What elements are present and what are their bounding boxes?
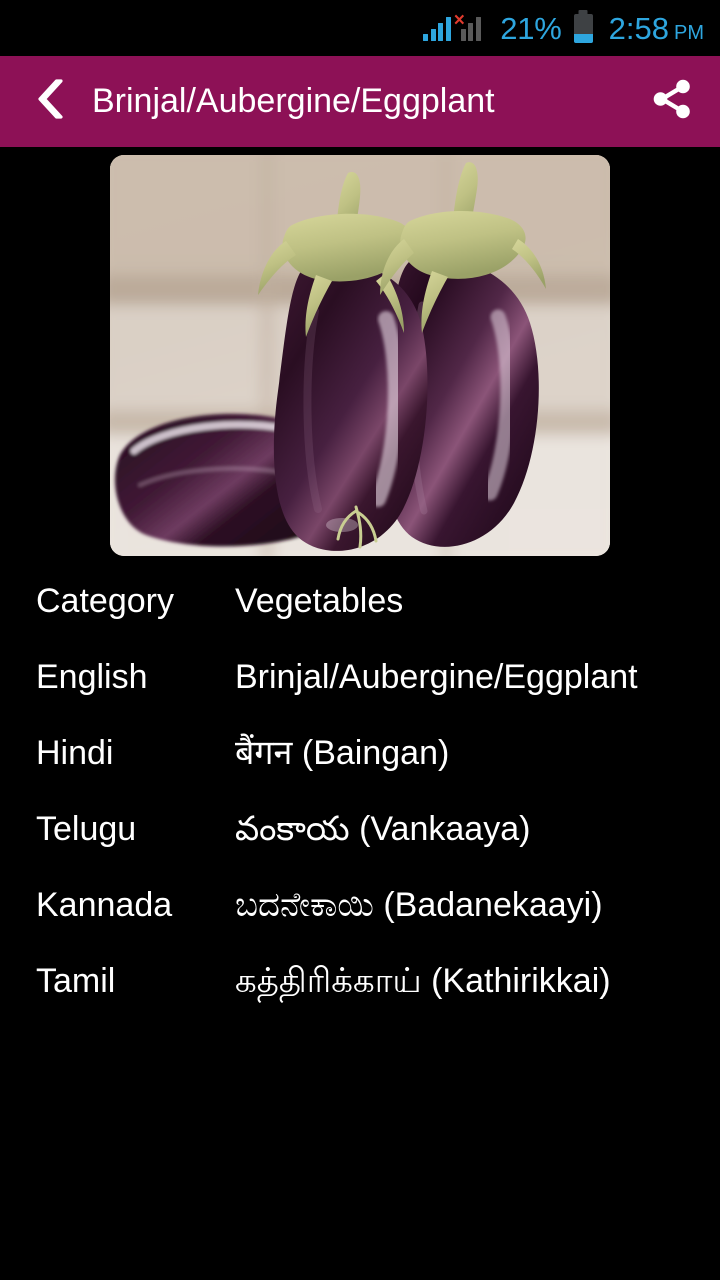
row-value-english: Brinjal/Aubergine/Eggplant [235, 658, 638, 696]
row-value-kannada: ಬದನೇಕಾಯಿ (Badanekaayi) [235, 874, 700, 936]
status-bar-clock: 2:58 PM [609, 13, 704, 44]
table-row: Kannada ಬದನೇಕಾಯಿ (Badanekaayi) [0, 874, 720, 936]
row-value-hindi-roman: (Baingan) [301, 734, 450, 772]
row-value-tamil-native: கத்திரிக்காய் [235, 961, 422, 1001]
row-value-kannada-native: ಬದನೇಕಾಯಿ [235, 885, 374, 925]
no-service-x-icon: × [453, 10, 465, 31]
row-value-tamil-roman: (Kathirikkai) [431, 962, 611, 1000]
row-value-category: Vegetables [235, 582, 404, 620]
clock-time: 2:58 [608, 10, 669, 46]
status-bar-right-cluster: × 21% 2:58 PM [423, 0, 704, 56]
status-bar: × 21% 2:58 PM [0, 0, 720, 56]
back-chevron-icon [35, 78, 65, 125]
row-label-telugu: Telugu [36, 810, 137, 848]
row-value-hindi-native: बैंगन [235, 733, 293, 773]
row-value-telugu-native: వంకాయ [235, 809, 350, 849]
eggplant-photo [110, 155, 610, 556]
row-label-kannada: Kannada [36, 886, 173, 924]
table-row: Telugu వంకాయ (Vankaaya) [0, 798, 720, 860]
share-icon [650, 77, 694, 126]
hero-image-container [0, 147, 720, 556]
row-value-telugu-roman: (Vankaaya) [359, 810, 531, 848]
row-value-kannada-roman: (Badanekaayi) [383, 886, 603, 924]
signal-bars-no-service-icon: × [454, 11, 489, 41]
battery-icon [573, 13, 593, 43]
clock-period: PM [674, 21, 704, 44]
row-label-category: Category [36, 582, 174, 620]
back-button[interactable] [26, 78, 74, 126]
row-label-tamil: Tamil [36, 962, 116, 1000]
row-label-hindi: Hindi [36, 734, 114, 772]
app-bar: Brinjal/Aubergine/Eggplant [0, 56, 720, 147]
battery-percent-label: 21% [500, 10, 562, 46]
details-table: Category Vegetables English Brinjal/Aube… [0, 556, 720, 1012]
table-row: Category Vegetables [0, 570, 720, 632]
table-row: Hindi बैंगन (Baingan) [0, 722, 720, 784]
row-value-hindi: बैंगन (Baingan) [235, 722, 700, 784]
battery-fill [573, 34, 593, 43]
table-row: English Brinjal/Aubergine/Eggplant [0, 646, 720, 708]
row-value-telugu: వంకాయ (Vankaaya) [235, 798, 700, 860]
row-value-tamil: கத்திரிக்காய் (Kathirikkai) [235, 950, 700, 1012]
row-label-english: English [36, 658, 148, 696]
table-row: Tamil கத்திரிக்காய் (Kathirikkai) [0, 950, 720, 1012]
signal-bars-icon [423, 15, 451, 41]
page-title: Brinjal/Aubergine/Eggplant [92, 82, 495, 120]
share-button[interactable] [646, 76, 698, 128]
